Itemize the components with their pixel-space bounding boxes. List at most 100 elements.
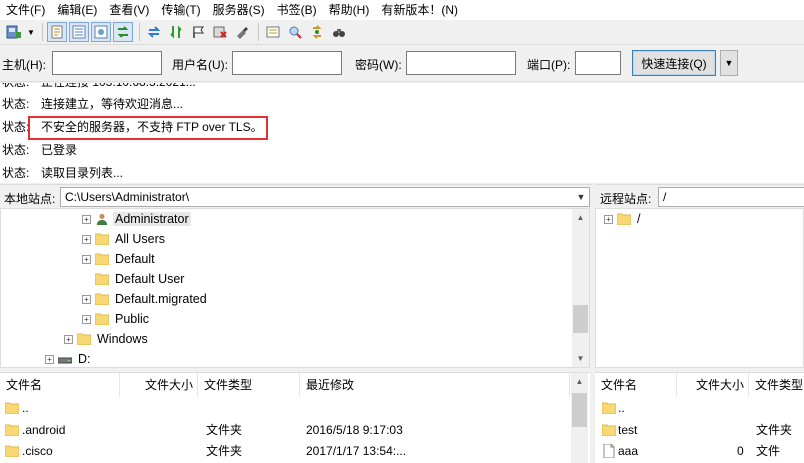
scroll-up-icon[interactable]: ▲ [572, 209, 589, 226]
folder-icon [5, 402, 19, 414]
menu-server[interactable]: 服务器(S) [207, 0, 271, 20]
expand-icon[interactable]: + [82, 294, 91, 304]
file-name: .. [22, 401, 29, 415]
password-label: 密码(W): [355, 58, 402, 72]
password-input[interactable] [406, 51, 516, 75]
file-type: 文件夹 [756, 423, 793, 437]
menu-bookmarks[interactable]: 书签(B) [271, 0, 323, 20]
expand-icon[interactable]: + [82, 254, 91, 264]
column-header-modified[interactable]: 最近修改 [300, 373, 570, 397]
local-site-bar: 本地站点: C:\Users\Administrator\ ▼ [0, 184, 592, 208]
remote-tree-toggle-icon[interactable] [91, 22, 111, 42]
remote-directory-tree: + / [595, 208, 804, 368]
column-header-label: 文件大小 [695, 378, 744, 392]
expand-icon[interactable]: + [604, 214, 613, 224]
site-manager-icon[interactable] [4, 22, 24, 42]
file-row[interactable]: aaa 0 文件 [595, 441, 804, 461]
tree-item-all-users[interactable]: + All Users [82, 229, 167, 249]
file-row[interactable]: .cisco 文件夹 2017/1/17 13:54:... [0, 441, 570, 461]
menu-view[interactable]: 查看(V) [103, 0, 155, 20]
file-size: 0 [737, 444, 744, 458]
drive-icon [58, 357, 72, 364]
disconnect-icon[interactable] [210, 22, 230, 42]
log-label: 状态: [2, 166, 30, 180]
port-input[interactable] [575, 51, 621, 75]
expand-icon[interactable]: + [45, 354, 54, 364]
column-header-filesize[interactable]: 文件大小 [120, 373, 198, 397]
menu-file[interactable]: 文件(F) [0, 0, 51, 20]
column-header-filetype[interactable]: 文件类型 [749, 373, 804, 397]
transfer-queue-toggle-icon[interactable] [113, 22, 133, 42]
tree-item-default[interactable]: + Default [82, 249, 157, 269]
reconnect-icon[interactable] [232, 22, 252, 42]
folder-icon [5, 445, 19, 457]
username-input[interactable] [232, 51, 342, 75]
toolbar-separator [139, 23, 140, 41]
tree-item-administrator[interactable]: + Administrator [82, 209, 191, 229]
filter-icon[interactable] [285, 22, 305, 42]
remote-path-input[interactable]: / [658, 187, 804, 207]
dropdown-icon[interactable]: ▼ [26, 22, 36, 42]
column-header-filesize[interactable]: 文件大小 [677, 373, 749, 397]
column-header-label: 文件大小 [144, 378, 193, 392]
file-name: test [618, 423, 638, 437]
local-path-input[interactable]: C:\Users\Administrator\ [60, 187, 590, 207]
cancel-icon[interactable] [188, 22, 208, 42]
log-label: 状态: [2, 143, 30, 157]
tree-item-label: All Users [115, 232, 166, 246]
file-modified: 2017/1/17 13:54:... [306, 444, 407, 458]
toolbar-separator [258, 23, 259, 41]
scroll-thumb[interactable] [572, 393, 587, 427]
chevron-down-icon[interactable]: ▼ [574, 189, 588, 205]
expand-icon[interactable]: + [64, 334, 73, 344]
log-message: 已登录 [41, 143, 78, 157]
tree-item-windows[interactable]: + Windows [64, 329, 150, 349]
file-row[interactable]: .. [595, 398, 804, 418]
column-header-filetype[interactable]: 文件类型 [198, 373, 300, 397]
folder-icon [95, 293, 109, 305]
quickconnect-button[interactable]: 快速连接(Q) [632, 50, 716, 76]
remote-site-label: 远程站点: [600, 192, 652, 206]
directory-compare-icon[interactable] [263, 22, 283, 42]
column-header-filename[interactable]: 文件名 [0, 373, 120, 397]
local-site-label: 本地站点: [4, 192, 56, 206]
log-label: 状态: [2, 120, 30, 134]
refresh-icon[interactable] [144, 22, 164, 42]
menu-help[interactable]: 帮助(H) [323, 0, 376, 20]
log-message: 连接建立，等待欢迎消息... [41, 97, 184, 111]
sync-browse-icon[interactable] [307, 22, 327, 42]
tree-item-public[interactable]: + Public [82, 309, 151, 329]
message-log-toggle-icon[interactable] [47, 22, 67, 42]
local-list-scrollbar[interactable]: ▲ [571, 373, 588, 463]
expand-icon[interactable]: + [82, 214, 91, 224]
file-name: .. [618, 401, 625, 415]
menu-transfer[interactable]: 传输(T) [155, 0, 206, 20]
scroll-up-icon[interactable]: ▲ [571, 373, 588, 390]
tree-item-drive-d[interactable]: + D: [45, 349, 93, 367]
local-tree-scrollbar[interactable]: ▲ ▼ [572, 209, 589, 367]
file-row[interactable]: .. [0, 398, 570, 418]
file-name: aaa [618, 444, 639, 458]
local-file-list: ▲ 文件名 文件大小 文件类型 最近修改 .. .android 文件夹 201… [0, 372, 590, 463]
tree-item-root[interactable]: + / [604, 209, 642, 229]
tree-item-default-migrated[interactable]: + Default.migrated [82, 289, 209, 309]
host-label: 主机(H): [2, 58, 46, 72]
expand-icon[interactable]: + [82, 234, 91, 244]
expand-icon[interactable]: + [82, 314, 91, 324]
column-header-filename[interactable]: 文件名 [595, 373, 677, 397]
quickconnect-dropdown-button[interactable]: ▼ [720, 50, 738, 76]
port-label: 端口(P): [527, 58, 571, 72]
log-message: 正在连接 103.10.68.3:2021... [41, 83, 196, 92]
search-icon[interactable] [329, 22, 349, 42]
menu-edit[interactable]: 编辑(E) [51, 0, 103, 20]
local-tree-toggle-icon[interactable] [69, 22, 89, 42]
menu-new-version[interactable]: 有新版本！(N) [375, 0, 464, 20]
host-input[interactable] [52, 51, 162, 75]
file-row[interactable]: .android 文件夹 2016/5/18 9:17:03 [0, 420, 570, 440]
tree-item-default-user[interactable]: Default User [95, 269, 186, 289]
file-row[interactable]: test 文件夹 [595, 420, 804, 440]
process-queue-icon[interactable] [166, 22, 186, 42]
folder-icon [95, 313, 109, 325]
scroll-down-icon[interactable]: ▼ [572, 350, 589, 367]
scroll-thumb[interactable] [573, 305, 588, 333]
